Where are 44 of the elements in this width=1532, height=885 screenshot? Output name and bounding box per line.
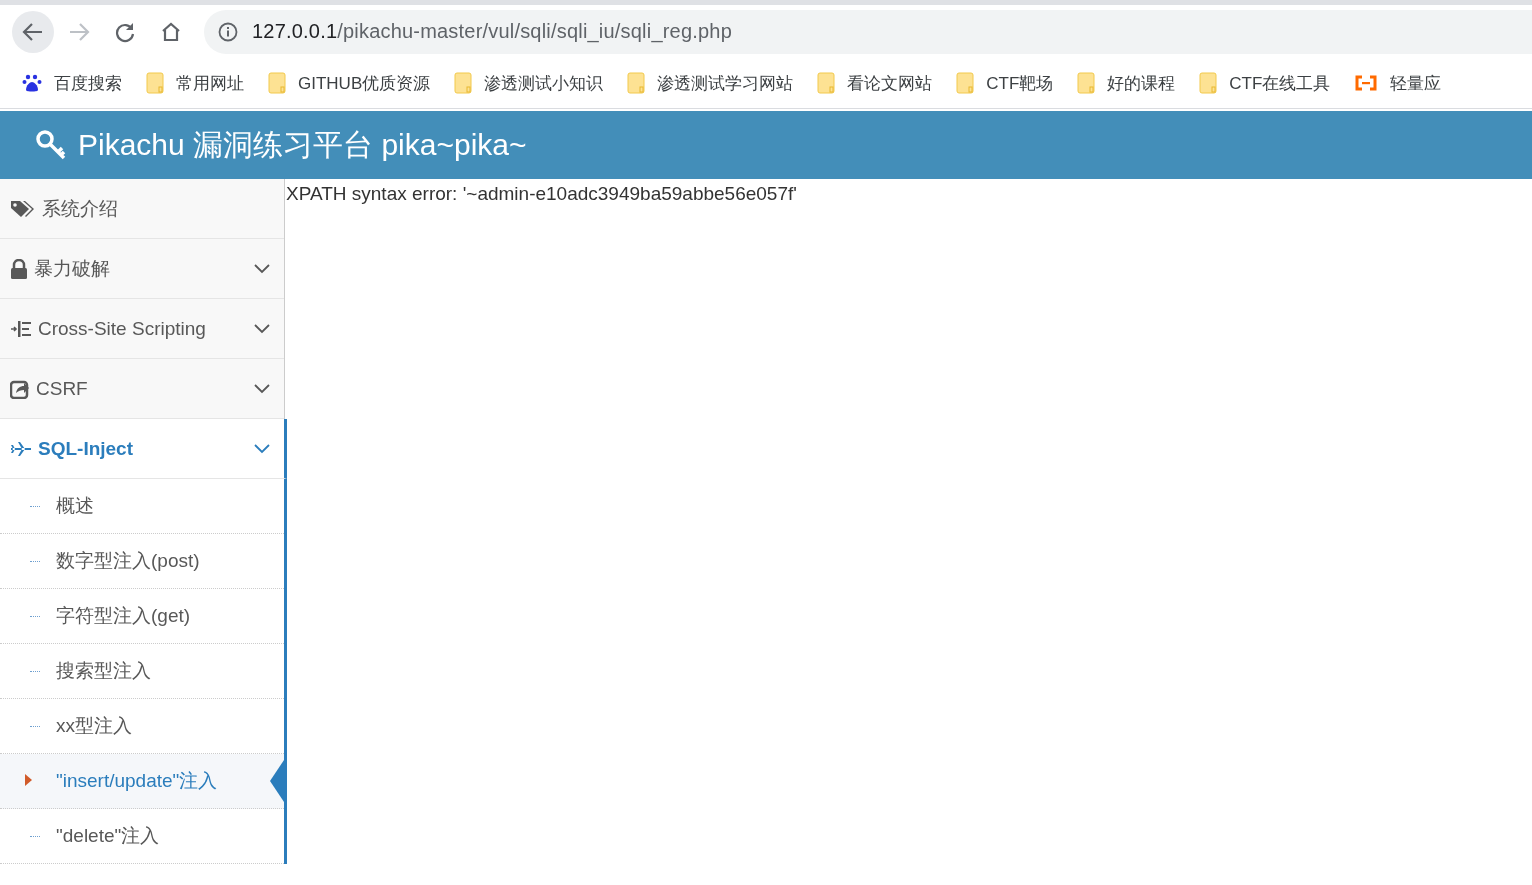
submenu-item[interactable]: 概述 (0, 479, 284, 534)
forward-arrow-icon (68, 21, 90, 42)
folder-icon (1199, 72, 1218, 94)
paw-icon (22, 73, 42, 93)
sidebar-menu-item[interactable]: SQL-Inject (0, 419, 287, 479)
bookmark-link[interactable]: GITHUB优质资源 (268, 71, 431, 95)
submenu-item[interactable]: "delete"注入 (0, 809, 284, 864)
lock-icon (10, 258, 28, 279)
tag-icon (10, 198, 36, 219)
bookmark-link[interactable]: 轻量应 (1354, 71, 1442, 95)
bookmark-link[interactable]: 渗透测试小知识 (454, 71, 604, 95)
site-title: Pikachu 漏洞练习平台 pika~pika~ (78, 126, 527, 163)
back-button[interactable] (12, 10, 54, 53)
submenu-item[interactable]: xx型注入 (0, 699, 284, 754)
key-icon (36, 130, 68, 160)
bookmark-link[interactable]: 看论文网站 (817, 71, 933, 95)
share-icon (10, 378, 30, 399)
folder-icon (817, 72, 836, 94)
bookmark-link[interactable]: 渗透测试学习网站 (627, 71, 794, 95)
info-icon (218, 21, 238, 42)
caret-icon (25, 774, 32, 786)
folder-icon (454, 72, 473, 94)
folder-icon (146, 72, 164, 94)
back-arrow-icon (22, 21, 44, 42)
folder-icon (1077, 72, 1096, 94)
bookmark-link[interactable]: 好的课程 (1077, 71, 1176, 95)
plane-icon (10, 440, 32, 457)
submenu-item[interactable]: 数字型注入(post) (0, 534, 284, 589)
submenu-item[interactable]: 字符型注入(get) (0, 589, 284, 644)
home-icon (160, 20, 182, 43)
folder-icon (268, 72, 286, 94)
error-message: XPATH syntax error: '~admin-e10adc3949ba59abbe56e057f' (286, 183, 798, 205)
list-indent-icon (10, 319, 32, 338)
folder-icon (956, 72, 975, 94)
bracket-icon (1354, 75, 1379, 91)
bookmark-link[interactable]: CTF在线工具 (1199, 71, 1331, 95)
submenu-item[interactable]: "insert/update"注入 (0, 754, 284, 809)
url-text: 127.0.0.1/pikachu-master/vul/sqli/sqli_iu/sqli_reg.php (252, 20, 732, 43)
folder-icon (627, 72, 646, 94)
bookmark-link[interactable]: CTF靶场 (956, 71, 1054, 95)
bookmark-link[interactable]: 常用网址 (146, 71, 244, 95)
address-bar[interactable]: 127.0.0.1/pikachu-master/vul/sqli/sqli_iu/sqli_reg.php (204, 9, 1532, 54)
submenu-item[interactable]: 搜索型注入 (0, 644, 284, 699)
bookmark-link[interactable]: 百度搜索 (22, 71, 122, 95)
